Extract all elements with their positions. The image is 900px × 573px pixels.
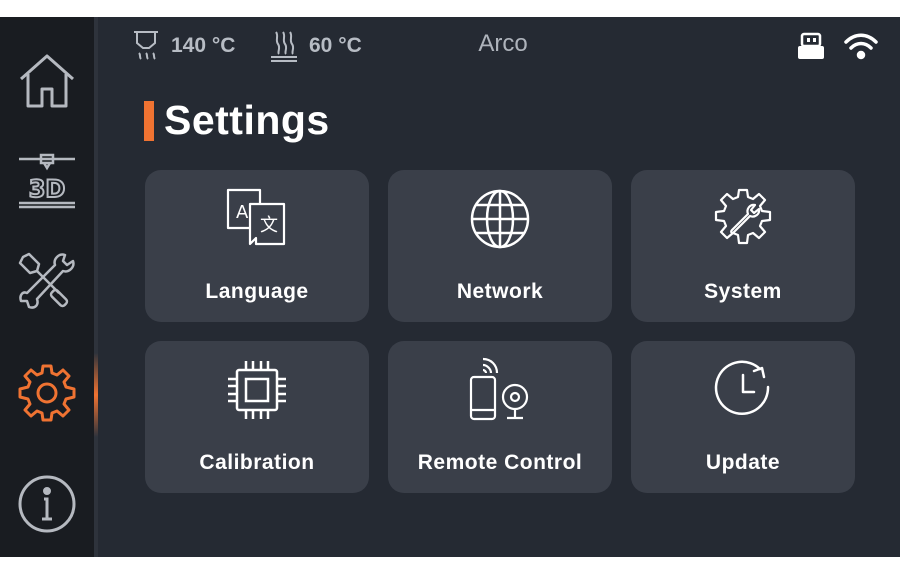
nozzle-temp-value: 140 °C	[171, 34, 236, 57]
remote-control-tile[interactable]: Remote Control	[388, 341, 612, 493]
page-title: Settings	[164, 97, 330, 143]
title-accent-bar	[144, 100, 154, 141]
language-tile[interactable]: A 文 Language	[145, 170, 369, 322]
gear-icon	[18, 364, 76, 422]
printer-name: Arco	[478, 30, 528, 57]
wifi-icon	[844, 33, 878, 60]
clock-refresh-icon	[714, 360, 770, 416]
svg-text:3D: 3D	[29, 175, 66, 203]
tile-label: System	[704, 280, 782, 303]
nozzle-icon	[134, 31, 158, 60]
tile-label: Network	[456, 280, 544, 303]
wrench-screwdriver-icon	[18, 252, 75, 309]
calibration-tile[interactable]: Calibration	[145, 341, 369, 493]
bed-temperature: 60 °C	[269, 29, 362, 63]
status-bar: 140 °C 60 °C Arco	[98, 17, 900, 75]
sidebar-item-tools[interactable]	[8, 242, 86, 320]
chip-icon	[228, 361, 286, 419]
sidebar-item-settings[interactable]	[8, 354, 86, 432]
svg-text:A: A	[236, 202, 249, 223]
language-translate-icon: A 文	[226, 188, 286, 246]
tile-label: Update	[705, 451, 781, 474]
sidebar-item-home[interactable]	[8, 42, 86, 120]
tile-label: Language	[205, 280, 309, 303]
tile-label: Calibration	[199, 451, 315, 474]
info-icon	[18, 475, 76, 533]
printer-screen: 3D 140 °C 60 °C Arco Settings A 文 Langua…	[0, 17, 900, 557]
page-header: Settings	[144, 97, 330, 144]
system-tile[interactable]: System	[631, 170, 855, 322]
home-icon	[20, 54, 74, 108]
sidebar-item-info[interactable]	[8, 465, 86, 543]
network-tile[interactable]: Network	[388, 170, 612, 322]
tile-label: Remote Control	[417, 451, 583, 474]
phone-camera-icon	[469, 357, 529, 421]
bed-temp-value: 60 °C	[309, 34, 362, 57]
globe-icon	[470, 189, 530, 249]
sidebar: 3D	[0, 17, 94, 557]
nozzle-temperature: 140 °C	[131, 29, 235, 63]
sidebar-item-print[interactable]: 3D	[8, 142, 86, 220]
heated-bed-icon	[271, 31, 297, 62]
gear-wrench-icon	[714, 188, 772, 245]
active-indicator	[94, 353, 98, 437]
3d-printer-icon: 3D	[19, 153, 75, 209]
update-tile[interactable]: Update	[631, 341, 855, 493]
usb-drive-icon	[798, 32, 824, 59]
sidebar-divider	[94, 17, 98, 557]
svg-text:文: 文	[260, 215, 278, 236]
